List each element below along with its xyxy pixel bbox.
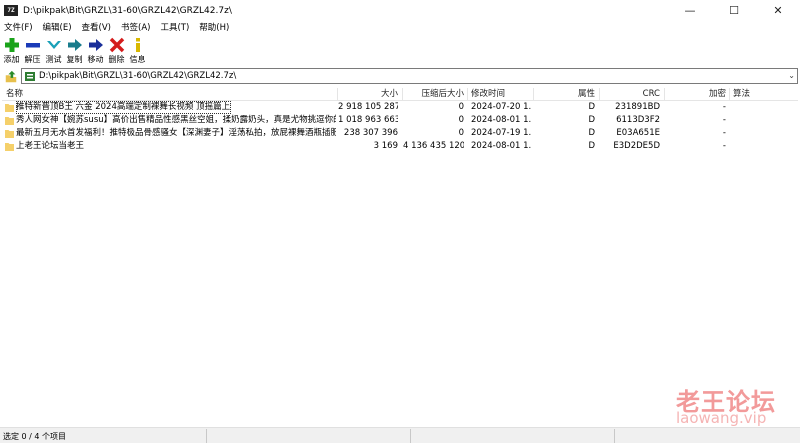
file-encrypted: - [722,102,726,112]
file-modified: 2024-07-20 1... [471,102,531,112]
menu-help[interactable]: 帮助(H) [194,21,234,36]
column-encrypted[interactable]: 加密 [665,87,726,101]
file-list[interactable]: 名称 大小 压缩后大小 修改时间 属性 CRC 加密 算法 推特新晋顶B王 六金… [2,87,798,427]
file-packed-size: 0 [458,128,464,138]
file-encrypted: - [722,141,726,151]
file-encrypted: - [722,128,726,138]
file-modified: 2024-07-19 1... [471,128,531,138]
column-crc[interactable]: CRC [600,87,660,101]
window-controls: — ☐ ✕ [668,0,800,21]
copy-button[interactable]: 复制 [65,36,84,66]
extract-icon [25,43,40,48]
file-size: 1 018 963 663 [338,115,398,125]
table-row[interactable]: 推特新晋顶B王 六金 2024高端定制裸舞长视频 顶摇篇上集 2 918 105… [2,101,798,114]
table-row[interactable]: 上老王论坛当老王 3 169 4 136 435 120 2024-08-01 … [2,140,798,153]
file-packed-size: 0 [458,115,464,125]
file-crc: 6113D3F2 [616,115,660,125]
test-label: 测试 [45,55,62,64]
file-attributes: D [588,128,595,138]
folder-icon [5,104,14,112]
column-divider[interactable] [729,88,730,100]
address-bar: D:\pikpak\Bit\GRZL\31-60\GRZL42\GRZL42.7… [0,68,800,85]
menu-file[interactable]: 文件(F) [0,21,38,36]
list-header: 名称 大小 压缩后大小 修改时间 属性 CRC 加密 算法 [2,87,798,101]
folder-icon [5,117,14,125]
toolbar: 添加 解压 测试 复制 移动 删除 信息 [0,36,800,66]
extract-button[interactable]: 解压 [23,36,42,66]
file-modified: 2024-08-01 1... [471,115,531,125]
info-label: 信息 [129,55,146,64]
address-dropdown-icon[interactable]: ⌄ [788,71,795,80]
file-name: 推特新晋顶B王 六金 2024高端定制裸舞长视频 顶摇篇上集 [16,101,231,114]
info-icon [135,38,140,52]
folder-up-arrow-icon [5,70,17,82]
status-divider [206,429,207,443]
folder-icon [5,130,14,138]
table-row[interactable]: 最新五月无水首发福利！推特极品骨感骚女【深渊妻子】淫荡私拍，放屁裸舞酒瓶插肥鲍.… [2,127,798,140]
table-row[interactable]: 秀人网女神【婉苏susu】高价出售精品性感黑丝空姐，揉奶露奶头，真是尤物挑逗你的… [2,114,798,127]
file-name: 最新五月无水首发福利！推特极品骨感骚女【深渊妻子】淫荡私拍，放屁裸舞酒瓶插肥鲍.… [16,128,336,138]
column-size[interactable]: 大小 [338,87,398,101]
file-packed-size: 4 136 435 120 [403,141,464,151]
file-name: 秀人网女神【婉苏susu】高价出售精品性感黑丝空姐，揉奶露奶头，真是尤物挑逗你的… [16,115,336,125]
add-label: 添加 [3,55,20,64]
add-icon [4,38,19,52]
file-crc: E03A651E [616,128,660,138]
maximize-button[interactable]: ☐ [712,0,756,21]
menu-bar: 文件(F) 编辑(E) 查看(V) 书签(A) 工具(T) 帮助(H) [0,21,800,36]
file-encrypted: - [722,115,726,125]
close-button[interactable]: ✕ [756,0,800,21]
move-arrow-icon [88,39,103,51]
file-size: 3 169 [373,141,398,151]
folder-icon [5,143,14,151]
test-icon [46,41,61,49]
address-input[interactable]: D:\pikpak\Bit\GRZL\31-60\GRZL42\GRZL42.7… [21,68,798,84]
delete-x-icon [109,37,124,53]
move-button[interactable]: 移动 [86,36,105,66]
title-bar: 7Z D:\pikpak\Bit\GRZL\31-60\GRZL42\GRZL4… [0,0,800,21]
test-button[interactable]: 测试 [44,36,63,66]
column-divider[interactable] [467,88,468,100]
status-divider [410,429,411,443]
menu-view[interactable]: 查看(V) [77,21,116,36]
file-crc: E3D2DE5D [613,141,660,151]
watermark-url: laowang.vip [676,409,767,427]
address-path: D:\pikpak\Bit\GRZL\31-60\GRZL42\GRZL42.7… [39,71,237,81]
column-method[interactable]: 算法 [733,87,773,101]
status-divider [614,429,615,443]
7zip-app-icon: 7Z [4,5,18,16]
status-bar: 选定 0 / 4 个项目 [0,427,800,443]
window-title: D:\pikpak\Bit\GRZL\31-60\GRZL42\GRZL42.7… [23,5,232,16]
add-button[interactable]: 添加 [2,36,21,66]
file-crc: 231891BD [615,102,660,112]
column-packed-size[interactable]: 压缩后大小 [403,87,464,101]
file-size: 2 918 105 287 [338,102,398,112]
column-attributes[interactable]: 属性 [534,87,595,101]
minimize-button[interactable]: — [668,0,712,21]
file-size: 238 307 396 [343,128,398,138]
move-label: 移动 [87,55,104,64]
menu-edit[interactable]: 编辑(E) [38,21,77,36]
extract-label: 解压 [24,55,41,64]
file-packed-size: 0 [458,102,464,112]
copy-label: 复制 [66,55,83,64]
file-modified: 2024-08-01 1... [471,141,531,151]
file-attributes: D [588,115,595,125]
parent-folder-button[interactable] [3,69,19,85]
file-name: 上老王论坛当老王 [16,141,85,151]
column-modified[interactable]: 修改时间 [471,87,531,101]
delete-label: 删除 [108,55,125,64]
menu-bookmarks[interactable]: 书签(A) [116,21,155,36]
file-attributes: D [588,141,595,151]
copy-arrow-icon [67,39,82,51]
selection-count: 选定 0 / 4 个项目 [3,432,67,441]
file-attributes: D [588,102,595,112]
info-button[interactable]: 信息 [128,36,147,66]
menu-tools[interactable]: 工具(T) [155,21,194,36]
archive-icon [25,72,35,81]
delete-button[interactable]: 删除 [107,36,126,66]
column-name[interactable]: 名称 [6,87,306,101]
